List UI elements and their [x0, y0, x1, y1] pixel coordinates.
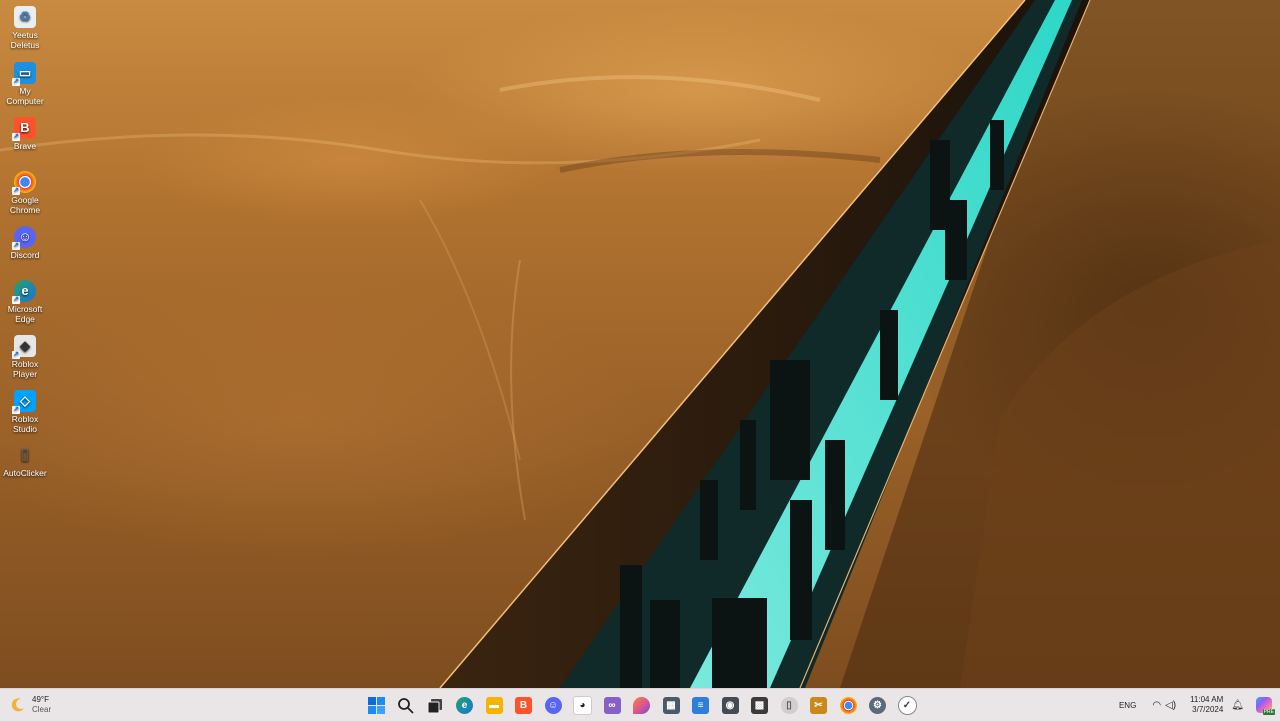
notification-bell-icon[interactable]: 🔔︎ — [1231, 700, 1244, 711]
camera-icon: ◉ — [721, 696, 739, 714]
wifi-icon: ◠ — [1152, 699, 1162, 711]
brave-lion-icon: B ↗ — [12, 117, 36, 141]
taskbar: 49°F Clear e ▬ B ☺ ◕ ∞ ▦ ≡ ◉ ▩ ▯ ✂ ⚙ ✓ E… — [0, 688, 1280, 721]
chrome-icon: ↗ — [12, 171, 36, 195]
taskbar-chrome[interactable] — [834, 691, 862, 719]
desktop-icon-recycle-bin[interactable]: ♻ Yeetus Deletus — [0, 4, 50, 50]
desktop-icon-label: Brave — [13, 141, 37, 151]
windows-logo-icon — [367, 696, 385, 714]
desktop-icon-label: Microsoft Edge — [7, 304, 43, 324]
weather-condition: Clear — [32, 705, 52, 714]
desktop-icon-label: Discord — [10, 250, 40, 260]
weather-widget[interactable]: 49°F Clear — [10, 693, 51, 717]
desktop-icon-roblox-player[interactable]: ◆ ↗ Roblox Player — [0, 333, 50, 379]
discord-icon: ☺ ↗ — [12, 226, 36, 250]
taskbar-snipping-tool[interactable]: ✂ — [805, 691, 833, 719]
desktop-icon-discord[interactable]: ☺ ↗ Discord — [0, 224, 50, 260]
roblox-icon: ◆ ↗ — [12, 335, 36, 359]
copilot-icon[interactable]: PRE — [1256, 697, 1275, 715]
taskbar-camera[interactable]: ◉ — [716, 691, 744, 719]
desktop-icon-google-chrome[interactable]: ↗ Google Chrome — [0, 169, 50, 215]
folder-icon: ▬ — [485, 696, 503, 714]
desktop-icon-label: My Computer — [6, 86, 44, 106]
gear-icon: ⚙ — [869, 696, 886, 714]
taskbar-app-list: e ▬ B ☺ ◕ ∞ ▦ ≡ ◉ ▩ ▯ ✂ ⚙ ✓ — [362, 691, 923, 719]
desktop-icon-brave[interactable]: B ↗ Brave — [0, 115, 50, 151]
taskbar-discord[interactable]: ☺ — [539, 691, 567, 719]
penguin-icon: ◕ — [573, 695, 592, 715]
wallpaper-art — [0, 0, 1280, 688]
desktop-icon-label: Roblox Studio — [11, 414, 39, 434]
snip-icon: ✂ — [810, 696, 827, 714]
search-button[interactable] — [392, 691, 420, 719]
taskbar-settings[interactable]: ⚙ — [864, 691, 892, 719]
mouse-icon: ▯ — [20, 446, 30, 463]
desktop-icon-label: Roblox Player — [11, 359, 39, 379]
task-view-button[interactable] — [421, 691, 449, 719]
taskbar-krita[interactable] — [628, 691, 656, 719]
desktop-icon-label: Yeetus Deletus — [10, 30, 40, 50]
desktop-icon-label: AutoClicker — [3, 468, 47, 478]
discord-icon: ☺ — [544, 696, 562, 714]
recycle-bin-icon: ♻ — [14, 6, 36, 28]
taskbar-minecraft[interactable]: ▩ — [746, 691, 774, 719]
taskbar-clock[interactable]: ✓ — [893, 691, 921, 719]
desktop-icon-label: Google Chrome — [9, 195, 41, 215]
search-icon — [398, 697, 414, 714]
volume-icon: ◁) — [1165, 699, 1177, 711]
clock-time: 11:04 AM — [1190, 695, 1224, 704]
monitor-icon: ▭ ↗ — [12, 62, 36, 86]
taskbar-autoclicker[interactable]: ▯ — [775, 691, 803, 719]
mouse-icon: ▯ — [780, 696, 798, 714]
creeper-icon: ▩ — [751, 696, 768, 714]
desktop-wallpaper — [0, 0, 1280, 688]
edge-icon: e ↗ — [12, 280, 36, 304]
network-volume-group[interactable]: ◠ ◁) — [1152, 700, 1180, 711]
brave-lion-icon: B — [515, 696, 532, 714]
task-view-icon — [427, 698, 442, 713]
taskbar-file-explorer[interactable]: ▬ — [480, 691, 508, 719]
notepad-icon: ≡ — [692, 696, 709, 714]
taskbar-edge[interactable]: e — [451, 691, 479, 719]
edge-icon: e — [456, 696, 473, 714]
language-indicator[interactable]: ENG — [1119, 701, 1136, 710]
start-button[interactable] — [362, 691, 390, 719]
taskbar-brave[interactable]: B — [510, 691, 538, 719]
desktop-icon-microsoft-edge[interactable]: e ↗ Microsoft Edge — [0, 278, 50, 324]
taskbar-notepad[interactable]: ≡ — [687, 691, 715, 719]
desktop-icon-roblox-studio[interactable]: ◇ ↗ Roblox Studio — [0, 388, 50, 434]
taskbar-calculator[interactable]: ▦ — [657, 691, 685, 719]
clock-date-text: 3/7/2024 — [1192, 705, 1224, 714]
taskbar-linux-app[interactable]: ◕ — [569, 691, 597, 719]
paint-drop-icon — [633, 696, 650, 714]
moon-icon — [11, 698, 24, 712]
calculator-icon: ▦ — [662, 696, 680, 714]
roblox-studio-icon: ◇ ↗ — [12, 390, 36, 414]
chrome-icon — [839, 696, 857, 714]
clock-date[interactable]: 11:04 AM 3/7/2024 — [1190, 695, 1223, 715]
system-tray: ENG ◠ ◁) 11:04 AM 3/7/2024 🔔︎ PRE — [1119, 689, 1280, 721]
desktop-icon-autoclicker[interactable]: ▯ AutoClicker — [0, 442, 50, 478]
clock-icon: ✓ — [897, 695, 917, 715]
desktop-icon-my-computer[interactable]: ▭ ↗ My Computer — [0, 60, 50, 106]
taskbar-visual-studio[interactable]: ∞ — [598, 691, 626, 719]
visual-studio-icon: ∞ — [603, 696, 621, 714]
weather-temperature: 49°F — [32, 695, 49, 704]
